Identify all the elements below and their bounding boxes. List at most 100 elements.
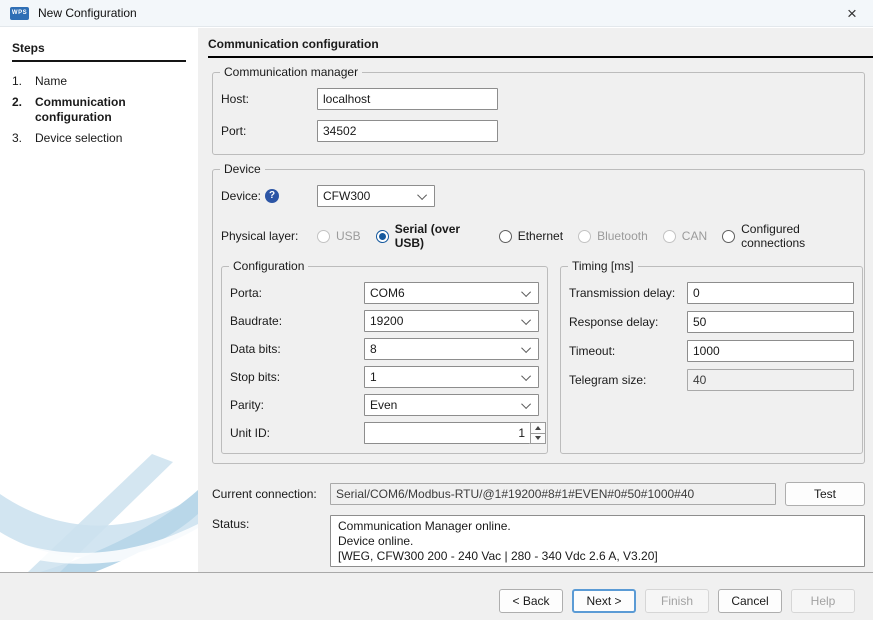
step-number: 1. bbox=[12, 74, 35, 89]
radio-bluetooth: Bluetooth bbox=[578, 229, 648, 243]
window-title: New Configuration bbox=[38, 6, 137, 20]
configuration-group: Configuration Porta: COM6 Baudrate: 1920… bbox=[221, 266, 548, 454]
group-legend: Configuration bbox=[229, 259, 308, 273]
radio-serial-over-usb[interactable]: Serial (over USB) bbox=[376, 222, 484, 250]
transmission-delay-input[interactable] bbox=[687, 282, 854, 304]
transmission-delay-label: Transmission delay: bbox=[569, 286, 687, 300]
group-legend: Device bbox=[220, 162, 265, 176]
parity-label: Parity: bbox=[230, 398, 364, 412]
timing-group: Timing [ms] Transmission delay: Response… bbox=[560, 266, 863, 454]
group-legend: Communication manager bbox=[220, 65, 362, 79]
spin-down-icon[interactable] bbox=[530, 434, 546, 445]
timeout-input[interactable] bbox=[687, 340, 854, 362]
unit-id-stepper[interactable] bbox=[364, 422, 546, 444]
chevron-down-icon bbox=[521, 399, 531, 409]
porta-select[interactable]: COM6 bbox=[364, 282, 539, 304]
device-group: Device Device: ? CFW300 Physical layer: … bbox=[212, 169, 865, 464]
unit-id-input[interactable] bbox=[364, 422, 530, 444]
chevron-down-icon bbox=[521, 315, 531, 325]
help-button: Help bbox=[791, 589, 855, 613]
port-label: Port: bbox=[221, 124, 317, 138]
step-number: 3. bbox=[12, 131, 35, 146]
response-delay-input[interactable] bbox=[687, 311, 854, 333]
response-delay-label: Response delay: bbox=[569, 315, 687, 329]
step-item-device-selection: 3. Device selection bbox=[12, 131, 186, 146]
data-bits-select-value: 8 bbox=[370, 342, 377, 356]
radio-icon bbox=[663, 230, 676, 243]
radio-icon bbox=[578, 230, 591, 243]
steps-heading: Steps bbox=[12, 41, 186, 62]
current-connection-label: Current connection: bbox=[212, 487, 330, 501]
device-select-value: CFW300 bbox=[323, 189, 370, 203]
wizard-footer: < Back Next > Finish Cancel Help bbox=[0, 572, 873, 620]
radio-label: USB bbox=[336, 229, 361, 243]
radio-ethernet[interactable]: Ethernet bbox=[499, 229, 563, 243]
port-input[interactable] bbox=[317, 120, 498, 142]
timeout-label: Timeout: bbox=[569, 344, 687, 358]
device-label-text: Device: bbox=[221, 189, 261, 203]
porta-label: Porta: bbox=[230, 286, 364, 300]
steps-sidebar: Steps 1. Name 2. Communication configura… bbox=[0, 28, 198, 572]
radio-icon bbox=[499, 230, 512, 243]
radio-label: Bluetooth bbox=[597, 229, 648, 243]
radio-label: Ethernet bbox=[518, 229, 563, 243]
step-label: Device selection bbox=[35, 131, 186, 146]
back-button[interactable]: < Back bbox=[499, 589, 563, 613]
help-icon[interactable]: ? bbox=[265, 189, 279, 203]
radio-label: Serial (over USB) bbox=[395, 222, 484, 250]
data-bits-label: Data bits: bbox=[230, 342, 364, 356]
status-line: [WEG, CFW300 200 - 240 Vac | 280 - 340 V… bbox=[338, 549, 857, 564]
status-label: Status: bbox=[212, 515, 330, 531]
radio-configured-connections[interactable]: Configured connections bbox=[722, 222, 856, 250]
status-line: Device online. bbox=[338, 534, 857, 549]
host-input[interactable] bbox=[317, 88, 498, 110]
group-legend: Timing [ms] bbox=[568, 259, 638, 273]
porta-select-value: COM6 bbox=[370, 286, 405, 300]
unit-id-label: Unit ID: bbox=[230, 426, 364, 440]
baudrate-select[interactable]: 19200 bbox=[364, 310, 539, 332]
steps-list: 1. Name 2. Communication configuration 3… bbox=[0, 74, 198, 146]
status-box: Communication Manager online. Device onl… bbox=[330, 515, 865, 567]
device-label: Device: ? bbox=[221, 189, 317, 203]
radio-can: CAN bbox=[663, 229, 707, 243]
close-icon[interactable]: × bbox=[841, 5, 863, 22]
step-number: 2. bbox=[12, 95, 35, 125]
current-connection-field[interactable] bbox=[330, 483, 776, 505]
stop-bits-select[interactable]: 1 bbox=[364, 366, 539, 388]
host-label: Host: bbox=[221, 92, 317, 106]
step-item-communication-configuration: 2. Communication configuration bbox=[12, 95, 186, 125]
spin-up-icon[interactable] bbox=[530, 422, 546, 434]
chevron-down-icon bbox=[521, 287, 531, 297]
stop-bits-select-value: 1 bbox=[370, 370, 377, 384]
test-button[interactable]: Test bbox=[785, 482, 865, 506]
parity-select-value: Even bbox=[370, 398, 397, 412]
title-bar: WPS New Configuration × bbox=[0, 0, 873, 27]
cancel-button[interactable]: Cancel bbox=[718, 589, 782, 613]
step-label: Communication configuration bbox=[35, 95, 186, 125]
telegram-size-input bbox=[687, 369, 854, 391]
radio-label: Configured connections bbox=[741, 222, 856, 250]
data-bits-select[interactable]: 8 bbox=[364, 338, 539, 360]
step-item-name: 1. Name bbox=[12, 74, 186, 89]
communication-configuration-panel: Communication configuration Communicatio… bbox=[198, 28, 873, 572]
communication-manager-group: Communication manager Host: Port: bbox=[212, 72, 865, 155]
step-label: Name bbox=[35, 74, 186, 89]
next-button[interactable]: Next > bbox=[572, 589, 636, 613]
chevron-down-icon bbox=[521, 371, 531, 381]
physical-layer-label: Physical layer: bbox=[221, 229, 317, 243]
radio-icon bbox=[722, 230, 735, 243]
weg-swoosh-decoration bbox=[0, 432, 198, 572]
status-line: Communication Manager online. bbox=[338, 519, 857, 534]
radio-label: CAN bbox=[682, 229, 707, 243]
spinner-buttons bbox=[530, 422, 546, 444]
chevron-down-icon bbox=[521, 343, 531, 353]
page-title: Communication configuration bbox=[208, 37, 873, 58]
telegram-size-label: Telegram size: bbox=[569, 373, 687, 387]
baudrate-label: Baudrate: bbox=[230, 314, 364, 328]
stop-bits-label: Stop bits: bbox=[230, 370, 364, 384]
device-select[interactable]: CFW300 bbox=[317, 185, 435, 207]
parity-select[interactable]: Even bbox=[364, 394, 539, 416]
physical-layer-options: USB Serial (over USB) Ethernet Bluetooth… bbox=[317, 222, 856, 250]
chevron-down-icon bbox=[417, 190, 427, 200]
baudrate-select-value: 19200 bbox=[370, 314, 403, 328]
